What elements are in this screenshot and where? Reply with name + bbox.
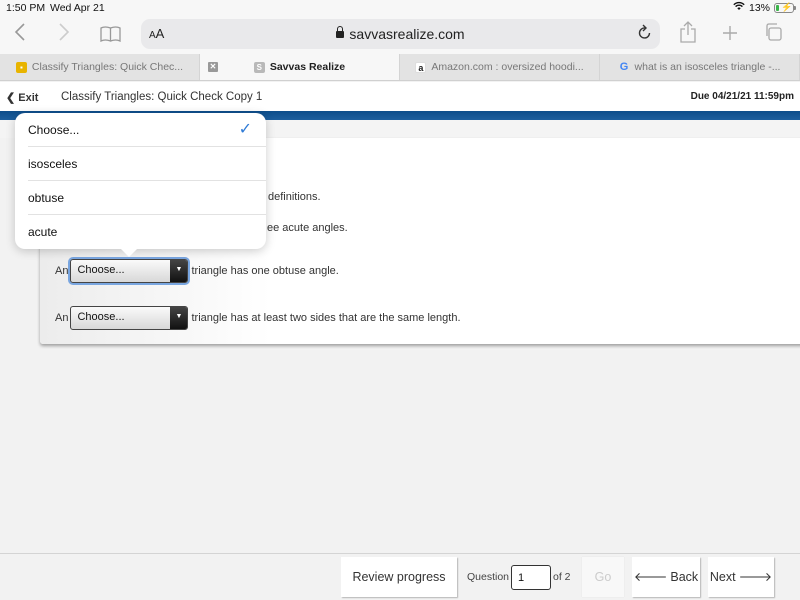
classroom-favicon-icon: ▪ [15,61,27,73]
option-choose[interactable]: Choose... ✓ [28,113,266,147]
savvas-favicon-icon: S [253,61,265,73]
instruction-text: definitions. [268,191,321,203]
select-options-popover: Choose... ✓ isosceles obtuse acute [15,113,266,257]
tab-label: Amazon.com : oversized hoodi... [431,61,584,73]
tab-label: what is an isosceles triangle -... [634,61,781,73]
footer-divider [0,553,800,554]
answer-select-row-3[interactable]: Choose... ▼ [70,306,189,330]
share-icon[interactable] [680,21,696,49]
question-label: Question [467,571,510,583]
back-nav-icon[interactable] [14,22,26,48]
dropdown-arrow-icon: ▼ [170,260,188,282]
tab-bar: ▪ Classify Triangles: Quick Chec... ✕ S … [0,54,800,81]
battery-icon: ⚡ [774,2,796,13]
option-acute[interactable]: acute [28,215,266,249]
wifi-icon [733,1,745,14]
app-header: ❮ Exit Classify Triangles: Quick Check C… [0,82,800,111]
forward-nav-icon[interactable] [58,22,70,48]
tab-savvas-realize[interactable]: ✕ S Savvas Realize [200,54,400,80]
status-bar: 1:50 PM Wed Apr 21 13% ⚡ [0,0,800,16]
dropdown-arrow-icon: ▼ [170,307,188,329]
status-time: 1:50 PM [6,2,46,14]
exit-button[interactable]: ❮ Exit [6,91,38,104]
chevron-left-icon: ❮ [6,92,16,104]
lock-icon [336,26,345,38]
reload-icon[interactable] [638,24,652,44]
tab-amazon[interactable]: a Amazon.com : oversized hoodi... [400,54,600,80]
review-progress-button[interactable]: Review progress [341,557,457,597]
next-button[interactable]: Next 🡒 [708,557,774,597]
close-tab-icon[interactable]: ✕ [208,62,218,72]
due-date: Due 04/21/21 11:59pm [690,91,794,102]
tab-label: Savvas Realize [269,61,346,73]
question-number-input[interactable] [511,565,551,590]
status-date: Wed Apr 21 [50,2,105,14]
answer-select-row-2[interactable]: Choose... ▼ [70,259,189,283]
question-total: of 2 [553,571,571,583]
assignment-title: Classify Triangles: Quick Check Copy 1 [61,91,263,103]
question-row-1-text: ee acute angles. [267,222,348,234]
battery-percent: 13% [748,1,770,14]
tabs-overview-icon[interactable] [764,23,782,47]
option-isosceles[interactable]: isosceles [28,147,266,181]
question-row-2: An Choose... ▼ triangle has one obtuse a… [55,259,339,283]
option-obtuse[interactable]: obtuse [28,181,266,215]
bookmarks-icon[interactable] [100,24,121,48]
url-text: savvasrealize.com [349,26,465,42]
question-row-3: An Choose... ▼ triangle has at least two… [55,306,461,330]
tab-label: Classify Triangles: Quick Chec... [31,61,184,73]
arrow-right-icon: 🡒 [738,569,773,584]
tab-classify-triangles[interactable]: ▪ Classify Triangles: Quick Chec... [0,54,200,80]
browser-toolbar: AA savvasrealize.com [0,16,800,54]
google-favicon-icon: G [619,60,629,73]
new-tab-icon[interactable] [722,23,738,47]
address-bar[interactable]: AA savvasrealize.com [141,19,660,49]
amazon-favicon-icon: a [415,61,427,73]
go-button[interactable]: Go [582,557,624,597]
checkmark-icon: ✓ [238,121,252,138]
arrow-left-icon: 🡐 [633,569,668,584]
back-button[interactable]: 🡐 Back [632,557,700,597]
tab-google-search[interactable]: G what is an isosceles triangle -... [600,54,800,80]
